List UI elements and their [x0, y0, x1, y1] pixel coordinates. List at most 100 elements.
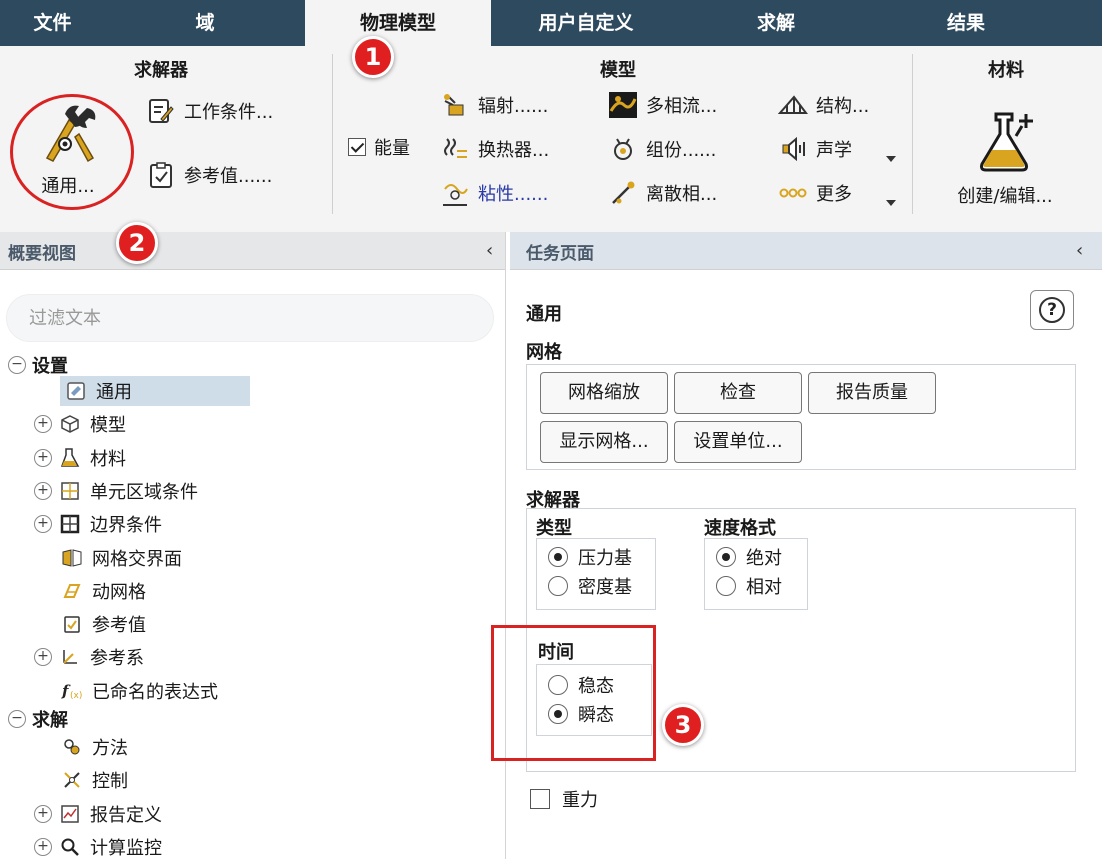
tree-item[interactable]: + 参考系 [34, 642, 144, 672]
filter-text-input[interactable] [6, 294, 494, 342]
tree-item-label: 动网格 [92, 581, 146, 603]
relative-radio-dot[interactable] [716, 576, 736, 596]
tree-item[interactable]: 参考值 [60, 609, 146, 639]
ribbon-separator [912, 54, 913, 214]
discrete-phase-button[interactable]: 离散相... [608, 178, 717, 208]
acoustics-button[interactable]: 声学 [778, 134, 852, 164]
heat-exchanger-label: 换热器... [478, 140, 550, 161]
report-quality-button[interactable]: 报告质量 [808, 372, 936, 414]
operating-conditions-button[interactable]: 工作条件... [146, 96, 273, 126]
tree-item[interactable]: + 边界条件 [34, 509, 162, 539]
set-units-button[interactable]: 设置单位... [674, 421, 802, 463]
reference-values-button[interactable]: 参考值...... [146, 160, 272, 190]
task-page-panel: 任务页面 ‹ 通用 ? 网格 网格缩放 检查 报告质量 显示网格... 设置单位… [510, 232, 1102, 859]
menu-solution[interactable]: 求解 [681, 0, 871, 46]
solution-collapse-icon[interactable]: − [8, 710, 26, 728]
reference-frame-icon [58, 645, 82, 669]
step-1-callout: 1 [352, 36, 394, 78]
tree-item[interactable]: + 单元区域条件 [34, 476, 198, 506]
energy-checkbox[interactable]: 能量 [348, 134, 410, 160]
menu-file[interactable]: 文件 [0, 0, 105, 46]
gravity-check-box[interactable] [530, 789, 550, 809]
viscous-button[interactable]: 粘性...... [440, 178, 548, 208]
tree-item[interactable]: 动网格 [60, 576, 146, 606]
expand-plus-icon[interactable]: + [34, 415, 52, 434]
tree-item-label: 报告定义 [90, 804, 162, 826]
ribbon: 求解器 通用... 工作条件... 参考值...... 模型 能量 辐射....… [0, 46, 1102, 232]
named-expression-icon: f (x) [60, 679, 84, 703]
multiphase-button[interactable]: 多相流... [608, 90, 717, 120]
tree-item-label: 已命名的表达式 [92, 681, 218, 703]
tree-item[interactable]: + 模型 [34, 409, 126, 439]
time-section-highlight-box [491, 625, 656, 761]
heat-exchanger-button[interactable]: 换热器... [440, 134, 549, 164]
acoustics-dropdown-chevron-down-icon[interactable] [886, 156, 896, 162]
viscous-icon [440, 178, 470, 208]
pressure-based-radio[interactable]: 压力基 [548, 544, 632, 570]
menu-results[interactable]: 结果 [871, 0, 1061, 46]
display-mesh-button[interactable]: 显示网格... [540, 421, 668, 463]
tree-item[interactable]: f (x) 已命名的表达式 [60, 676, 218, 706]
cell-zone-icon [58, 479, 82, 503]
absolute-radio[interactable]: 绝对 [716, 544, 782, 570]
energy-check-box[interactable] [348, 138, 366, 156]
menu-domain[interactable]: 域 [105, 0, 305, 46]
task-page-header: 任务页面 ‹ [510, 232, 1102, 270]
help-button[interactable]: ? [1030, 290, 1074, 330]
menu-user-defined[interactable]: 用户自定义 [491, 0, 681, 46]
menu-physics[interactable]: 物理模型 [305, 0, 491, 46]
mesh-check-button[interactable]: 检查 [674, 372, 802, 414]
tree-item-label: 边界条件 [90, 515, 162, 537]
expand-plus-icon[interactable]: + [34, 448, 52, 467]
relative-radio[interactable]: 相对 [716, 573, 782, 599]
create-edit-label: 创建/编辑... [957, 186, 1053, 207]
models-icon [58, 412, 82, 436]
expand-plus-icon[interactable]: + [34, 804, 52, 823]
radiation-icon [440, 90, 470, 120]
absolute-label: 绝对 [746, 548, 782, 569]
tree-item[interactable]: + 报告定义 [34, 799, 162, 829]
density-based-radio-dot[interactable] [548, 576, 568, 596]
create-edit-materials-button[interactable]: 创建/编辑... [940, 110, 1070, 220]
structure-button[interactable]: 结构... [778, 90, 869, 120]
tree-item[interactable]: + 计算监控 [34, 832, 162, 859]
solver-group-title: 求解器 [134, 60, 188, 81]
expand-plus-icon[interactable]: + [34, 481, 52, 500]
more-label: 更多 [816, 184, 852, 205]
setup-label: 设置 [32, 356, 68, 377]
tree-item[interactable]: 控制 [60, 765, 128, 795]
setup-collapse-icon[interactable]: − [8, 356, 26, 374]
expand-plus-icon[interactable]: + [34, 837, 52, 856]
speaker-icon [778, 134, 808, 164]
radiation-button[interactable]: 辐射...... [440, 90, 548, 120]
general-page-title: 通用 [526, 304, 562, 325]
tree-item[interactable]: 网格交界面 [60, 543, 182, 573]
gravity-checkbox[interactable]: 重力 [530, 786, 598, 812]
tree-category-solution[interactable]: − 求解 [8, 704, 68, 734]
tree-item-label: 参考值 [92, 615, 146, 637]
density-based-radio[interactable]: 密度基 [548, 573, 632, 599]
viscous-label: 粘性...... [478, 184, 549, 205]
operating-conditions-label: 工作条件... [184, 102, 274, 123]
outline-collapse-chevron-left-icon[interactable]: ‹ [486, 240, 493, 261]
models-group-title: 模型 [600, 60, 636, 81]
pressure-based-radio-dot[interactable] [548, 547, 568, 567]
more-dropdown-chevron-down-icon[interactable] [886, 200, 896, 206]
absolute-radio-dot[interactable] [716, 547, 736, 567]
tree-item-label: 通用 [96, 382, 132, 403]
outline-view-title: 概要视图 [8, 244, 76, 264]
step-2-callout: 2 [116, 222, 158, 264]
tree-item[interactable]: 通用 [60, 376, 250, 406]
species-button[interactable]: 组份...... [608, 134, 716, 164]
mesh-scale-button[interactable]: 网格缩放 [540, 372, 668, 414]
density-based-label: 密度基 [578, 577, 632, 598]
expand-plus-icon[interactable]: + [34, 648, 52, 667]
task-page-collapse-chevron-left-icon[interactable]: ‹ [1076, 240, 1083, 261]
expand-plus-icon[interactable]: + [34, 515, 52, 534]
outline-view-panel: 概要视图 ‹ − 设置 通用 + 模型 + 材料 + 单元区域条件 + 边界条件网格交界面动网格… [0, 232, 506, 859]
clipboard-check-icon [146, 160, 176, 190]
tree-category-setup[interactable]: − 设置 [8, 350, 68, 380]
tree-item[interactable]: + 材料 [34, 443, 126, 473]
more-button[interactable]: 更多 [778, 178, 852, 208]
tree-item[interactable]: 方法 [60, 732, 128, 762]
